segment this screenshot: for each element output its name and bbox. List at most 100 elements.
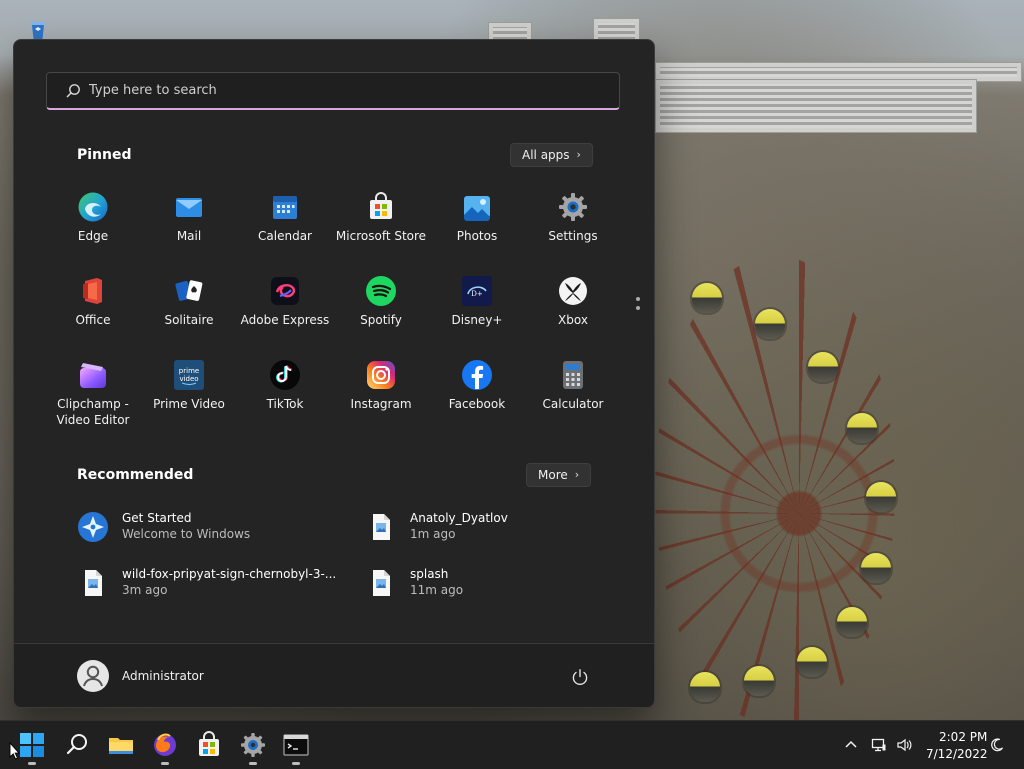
ferris-cabin (690, 672, 720, 702)
instagram-icon (367, 361, 395, 389)
search-icon (66, 84, 80, 98)
clock-date[interactable]: 7/12/2022 (926, 747, 988, 761)
more-button[interactable]: More › (526, 463, 592, 487)
folder-icon (109, 738, 133, 754)
more-label: More (538, 468, 568, 482)
chevron-right-icon: › (576, 148, 581, 161)
settings-icon (241, 733, 265, 757)
app-label: Instagram (350, 397, 412, 411)
taskbar-store-button[interactable] (193, 729, 225, 761)
app-label: Solitaire (164, 313, 214, 327)
disney-plus-icon: D+ (462, 276, 492, 306)
app-label: Adobe Express (240, 313, 330, 327)
taskbar-firefox-button[interactable] (149, 729, 181, 765)
ferris-cabin (866, 482, 896, 512)
clipchamp-icon (80, 363, 106, 388)
user-name[interactable]: Administrator (122, 669, 204, 683)
store-icon (199, 731, 219, 756)
mouse-pointer-icon (9, 742, 20, 760)
pinned-app-disney-plus[interactable]: D+ Disney+ (429, 275, 525, 355)
network-icon[interactable] (871, 737, 887, 753)
pinned-app-prime-video[interactable]: prime video Prime Video (141, 359, 237, 439)
recommended-subtitle: 3m ago (122, 583, 168, 597)
start-menu-footer: Administrator (14, 643, 654, 707)
user-avatar[interactable] (77, 660, 109, 692)
taskbar-start-button[interactable] (16, 729, 48, 765)
image-file-icon (85, 570, 102, 596)
ferris-cabin (808, 352, 838, 382)
taskbar-settings-button[interactable] (237, 729, 269, 765)
app-label: Settings (548, 229, 598, 243)
pinned-app-microsoft-store[interactable]: Microsoft Store (333, 191, 429, 271)
recommended-item-wild-fox[interactable]: wild-fox-pripyat-sign-chernobyl-3-... 3m… (77, 567, 337, 603)
recommended-item-get-started[interactable]: Get Started Welcome to Windows (77, 511, 337, 547)
solitaire-icon (175, 280, 203, 301)
volume-icon[interactable] (896, 737, 912, 753)
taskbar: 2:02 PM 7/12/2022 (0, 720, 1024, 769)
windows-start-icon (20, 733, 44, 757)
recommended-item-anatoly-dyatlov[interactable]: Anatoly_Dyatlov 1m ago (365, 511, 625, 547)
image-file-icon (373, 514, 390, 540)
ferris-cabin (744, 666, 774, 696)
app-label: Xbox (558, 313, 588, 327)
app-label: Clipchamp - Video Editor (56, 397, 130, 427)
app-label: Facebook (448, 397, 506, 411)
recommended-title: Anatoly_Dyatlov (410, 511, 508, 525)
ferris-cabin (797, 647, 827, 677)
pinned-app-xbox[interactable]: Xbox (525, 275, 621, 355)
app-label: Office (75, 313, 111, 327)
svg-text:video: video (179, 375, 198, 383)
power-icon[interactable] (571, 668, 589, 686)
ferris-cabin (755, 309, 785, 339)
recommended-title: Get Started (122, 511, 192, 525)
pinned-title: Pinned (77, 147, 132, 163)
recommended-subtitle: 11m ago (410, 583, 464, 597)
store-icon (370, 192, 392, 219)
chevron-right-icon: › (574, 468, 580, 481)
pinned-app-instagram[interactable]: Instagram (333, 359, 429, 439)
all-apps-button[interactable]: All apps › (510, 143, 593, 167)
page-indicator-dots[interactable] (636, 297, 640, 317)
app-label: Disney+ (451, 313, 503, 327)
app-label: Prime Video (153, 397, 225, 411)
svg-text:prime: prime (179, 367, 199, 375)
facebook-icon (462, 360, 492, 390)
clock-time[interactable]: 2:02 PM (939, 730, 987, 744)
get-started-icon (78, 512, 108, 542)
calendar-icon (273, 196, 297, 219)
calculator-icon (563, 361, 583, 389)
app-label: Microsoft Store (335, 229, 427, 243)
app-label: Mail (176, 229, 202, 243)
chevron-up-icon[interactable] (843, 737, 859, 753)
search-icon (66, 734, 87, 755)
pinned-app-adobe-express[interactable]: Adobe Express (237, 275, 333, 355)
pinned-app-solitaire[interactable]: Solitaire (141, 275, 237, 355)
recommended-subtitle: Welcome to Windows (122, 527, 251, 541)
pinned-app-photos[interactable]: Photos (429, 191, 525, 271)
taskbar-terminal-button[interactable] (280, 729, 312, 765)
pinned-app-tiktok[interactable]: TikTok (237, 359, 333, 439)
user-icon (83, 665, 103, 687)
ferris-cabin (692, 283, 722, 313)
pinned-app-mail[interactable]: Mail (141, 191, 237, 271)
pinned-app-settings[interactable]: Settings (525, 191, 621, 271)
taskbar-search-button[interactable] (61, 729, 93, 761)
pinned-app-clipchamp[interactable]: Clipchamp - Video Editor (45, 359, 141, 439)
adobe-express-icon (271, 277, 299, 305)
app-label: Edge (77, 229, 109, 243)
pinned-app-office[interactable]: Office (45, 275, 141, 355)
taskbar-file-explorer-button[interactable] (105, 729, 137, 761)
app-label: Spotify (360, 313, 402, 327)
pinned-app-calculator[interactable]: Calculator (525, 359, 621, 439)
pinned-app-edge[interactable]: Edge (45, 191, 141, 271)
pinned-app-calendar[interactable]: Calendar (237, 191, 333, 271)
pinned-app-spotify[interactable]: Spotify (333, 275, 429, 355)
start-menu: Type here to search Pinned All apps › Ed… (13, 39, 655, 708)
do-not-disturb-icon[interactable] (989, 737, 1005, 753)
recommended-item-splash[interactable]: splash 11m ago (365, 567, 625, 603)
ferris-cabin (837, 607, 867, 637)
start-search-box[interactable]: Type here to search (46, 72, 620, 110)
pinned-app-facebook[interactable]: Facebook (429, 359, 525, 439)
all-apps-label: All apps (522, 148, 570, 162)
mail-icon (176, 198, 202, 217)
